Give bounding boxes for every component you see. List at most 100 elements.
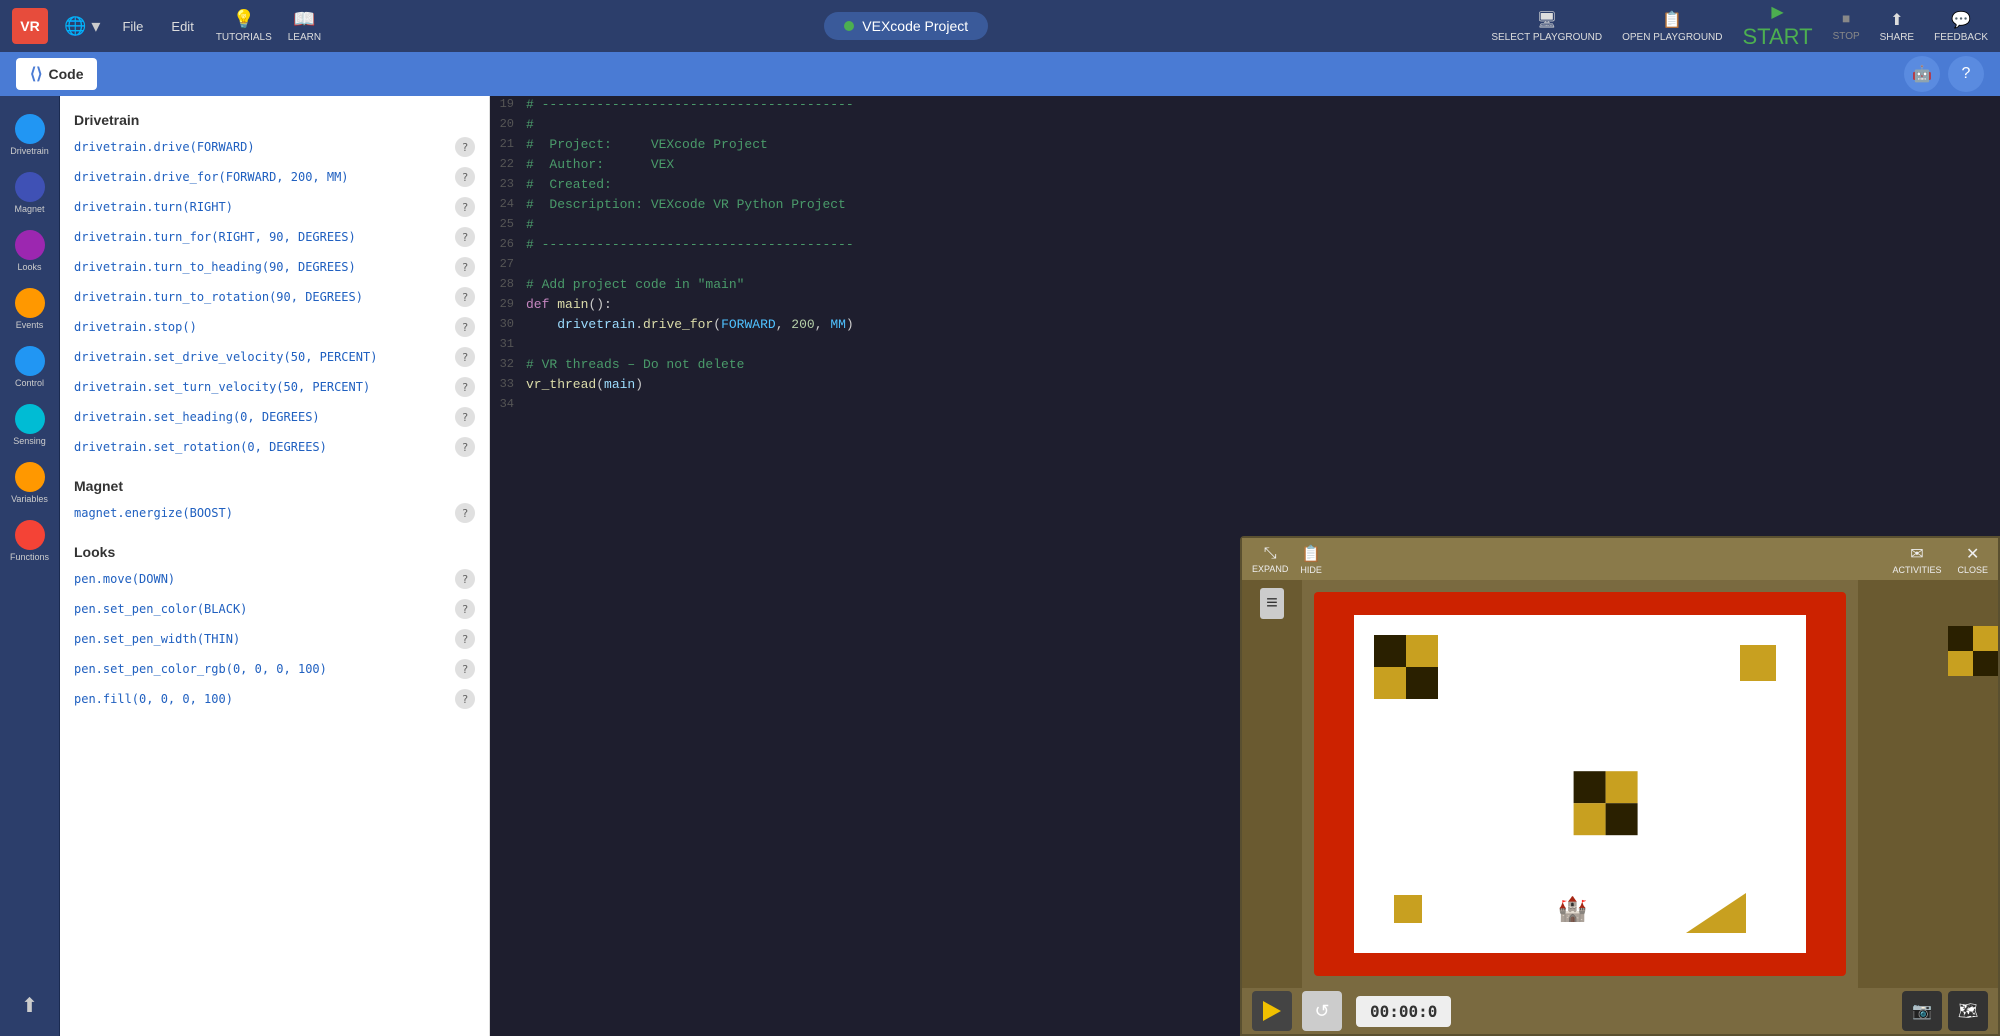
code-line-28: 28 # Add project code in "main" [490,276,2000,296]
code-line-31: 31 [490,336,2000,356]
fn-drivetrain-drive[interactable]: drivetrain.drive(FORWARD) ? [60,132,489,162]
activities-label: ACTIVITIES [1892,565,1941,575]
fn-drivetrain-set-drive-velocity[interactable]: drivetrain.set_drive_velocity(50, PERCEN… [60,342,489,372]
pg-center: 🏰 [1302,580,1858,988]
share-button[interactable]: ⬆ SHARE [1880,10,1914,43]
ai-button[interactable]: 🤖 [1904,56,1940,92]
help-drivetrain-turn-for[interactable]: ? [455,227,475,247]
fn-pen-set-color-rgb[interactable]: pen.set_pen_color_rgb(0, 0, 0, 100) ? [60,654,489,684]
tutorials-icon: 💡 [233,9,255,30]
learn-icon: 📖 [293,9,315,30]
help-pen-move[interactable]: ? [455,569,475,589]
code-editor-area: 19 # -----------------------------------… [490,96,2000,1036]
sidebar-item-variables[interactable]: Variables [3,456,57,510]
fn-drivetrain-set-heading[interactable]: drivetrain.set_heading(0, DEGREES) ? [60,402,489,432]
vex-piece-1 [1374,635,1438,699]
fn-drivetrain-turn-for[interactable]: drivetrain.turn_for(RIGHT, 90, DEGREES) … [60,222,489,252]
learn-button[interactable]: 📖 LEARN [288,9,321,43]
help-pen-set-color[interactable]: ? [455,599,475,619]
fn-drivetrain-turn[interactable]: drivetrain.turn(RIGHT) ? [60,192,489,222]
pg-play-button[interactable] [1252,991,1292,1031]
sidebar-item-functions[interactable]: Functions [3,514,57,568]
start-button[interactable]: ▶ START [1743,2,1813,50]
help-drivetrain-turn-to-rotation[interactable]: ? [455,287,475,307]
help-button[interactable]: ? [1948,56,1984,92]
hide-icon: 📋 [1301,544,1321,564]
pg-map-button[interactable]: 🗺 [1948,991,1988,1031]
code-line-26: 26 # -----------------------------------… [490,236,2000,256]
section-title-magnet: Magnet [60,468,489,498]
close-button[interactable]: ✕ CLOSE [1957,544,1988,575]
help-drivetrain-drive[interactable]: ? [455,137,475,157]
section-title-looks: Looks [60,534,489,564]
pg-camera-button[interactable]: 📷 [1902,991,1942,1031]
project-title-area: VEXcode Project [337,12,1475,40]
code-line-21: 21 # Project: VEXcode Project [490,136,2000,156]
file-menu[interactable]: File [116,15,149,38]
help-pen-set-color-rgb[interactable]: ? [455,659,475,679]
help-drivetrain-set-heading[interactable]: ? [455,407,475,427]
sidebar-item-sensing[interactable]: Sensing [3,398,57,452]
fn-pen-set-color[interactable]: pen.set_pen_color(BLACK) ? [60,594,489,624]
second-bar-right: 🤖 ? [1904,56,1984,92]
vex-piece-4 [1394,895,1422,923]
sensing-icon [15,404,45,434]
pg-reset-button[interactable]: ↺ [1302,991,1342,1031]
hide-button[interactable]: 📋 HIDE [1300,544,1322,575]
pg-arena: 🏰 [1314,592,1846,976]
fn-pen-move[interactable]: pen.move(DOWN) ? [60,564,489,594]
stop-icon: ⏹ [1842,11,1850,29]
code-line-22: 22 # Author: VEX [490,156,2000,176]
activities-button[interactable]: ✉ ACTIVITIES [1892,544,1941,575]
pg-right-panel [1858,580,1998,988]
fn-magnet-energize[interactable]: magnet.energize(BOOST) ? [60,498,489,528]
code-line-24: 24 # Description: VEXcode VR Python Proj… [490,196,2000,216]
open-playground-button[interactable]: 📋 OPEN PLAYGROUND [1622,10,1722,43]
activities-icon: ✉ [1910,544,1923,564]
fn-drivetrain-turn-to-heading[interactable]: drivetrain.turn_to_heading(90, DEGREES) … [60,252,489,282]
help-drivetrain-turn[interactable]: ? [455,197,475,217]
help-pen-fill[interactable]: ? [455,689,475,709]
help-drivetrain-stop[interactable]: ? [455,317,475,337]
help-magnet-energize[interactable]: ? [455,503,475,523]
share-icon: ⬆ [1890,10,1903,30]
code-tab[interactable]: ⟨⟩ Code [16,58,97,90]
feedback-button[interactable]: 💬 FEEDBACK [1934,10,1988,43]
tutorials-button[interactable]: 💡 TUTORIALS [216,9,272,43]
help-drivetrain-drive-for[interactable]: ? [455,167,475,187]
help-drivetrain-set-rotation[interactable]: ? [455,437,475,457]
second-bar: ⟨⟩ Code 🤖 ? [0,52,2000,96]
fn-pen-set-width[interactable]: pen.set_pen_width(THIN) ? [60,624,489,654]
expand-button[interactable]: ⤡ EXPAND [1252,545,1288,574]
globe-button[interactable]: 🌐 ▾ [64,16,100,37]
stop-button[interactable]: ⏹ STOP [1833,11,1860,42]
code-line-29: 29 def main(): [490,296,2000,316]
sidebar-item-drivetrain[interactable]: Drivetrain [3,108,57,162]
hamburger-menu[interactable]: ≡ [1260,588,1284,619]
select-playground-button[interactable]: 🖥 SELECT PLAYGROUND [1491,10,1602,43]
main-area: Drivetrain Magnet Looks Events Control S… [0,96,2000,1036]
help-drivetrain-set-drive-velocity[interactable]: ? [455,347,475,367]
sidebar-item-magnet[interactable]: Magnet [3,166,57,220]
code-editor[interactable]: 19 # -----------------------------------… [490,96,2000,416]
project-pill[interactable]: VEXcode Project [824,12,988,40]
fn-drivetrain-set-turn-velocity[interactable]: drivetrain.set_turn_velocity(50, PERCENT… [60,372,489,402]
code-line-32: 32 # VR threads – Do not delete [490,356,2000,376]
fn-drivetrain-turn-to-rotation[interactable]: drivetrain.turn_to_rotation(90, DEGREES)… [60,282,489,312]
code-line-23: 23 # Created: [490,176,2000,196]
fn-drivetrain-drive-for[interactable]: drivetrain.drive_for(FORWARD, 200, MM) ? [60,162,489,192]
sidebar-item-control[interactable]: Control [3,340,57,394]
fn-drivetrain-set-rotation[interactable]: drivetrain.set_rotation(0, DEGREES) ? [60,432,489,462]
help-drivetrain-turn-to-heading[interactable]: ? [455,257,475,277]
fn-pen-fill[interactable]: pen.fill(0, 0, 0, 100) ? [60,684,489,714]
sidebar-item-bottom[interactable]: ⬆ [3,987,57,1024]
sidebar-item-events[interactable]: Events [3,282,57,336]
help-drivetrain-set-turn-velocity[interactable]: ? [455,377,475,397]
fn-drivetrain-stop[interactable]: drivetrain.stop() ? [60,312,489,342]
sidebar-item-looks[interactable]: Looks [3,224,57,278]
help-pen-set-width[interactable]: ? [455,629,475,649]
vex-piece-2 [1740,645,1776,681]
pg-reset-icon: ↺ [1314,1001,1329,1022]
edit-menu[interactable]: Edit [165,15,199,38]
code-line-34: 34 [490,396,2000,416]
